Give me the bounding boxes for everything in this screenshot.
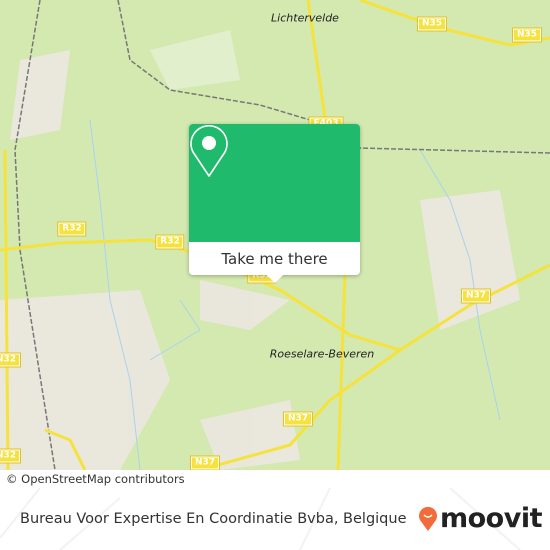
road-label: N37 — [282, 411, 314, 427]
road-label: N32 — [0, 352, 22, 368]
road-label: R32 — [155, 234, 185, 250]
road-label: N37 — [189, 455, 221, 470]
place-caption: Bureau Voor Expertise En Coordinatie Bvb… — [20, 511, 407, 527]
road-label: N35 — [511, 27, 543, 43]
road-label: N32 — [0, 448, 22, 464]
road-label: N37 — [460, 288, 492, 304]
map[interactable]: Lichtervelde Roeselare-Beveren N35 N35 E… — [0, 0, 550, 470]
road-label: R32 — [57, 221, 87, 237]
map-pin-icon — [190, 125, 228, 177]
moovit-pin-icon — [419, 506, 437, 531]
take-me-there-button[interactable]: Take me there — [189, 242, 360, 275]
town-label: Roeselare-Beveren — [269, 347, 375, 361]
moovit-wordmark: moovit — [440, 503, 543, 534]
road-label: N35 — [416, 16, 448, 32]
map-attribution[interactable]: © OpenStreetMap contributors — [0, 470, 191, 488]
town-label: Lichtervelde — [271, 11, 339, 25]
location-popup[interactable]: Take me there — [189, 124, 360, 283]
moovit-logo[interactable]: moovit — [418, 503, 543, 534]
